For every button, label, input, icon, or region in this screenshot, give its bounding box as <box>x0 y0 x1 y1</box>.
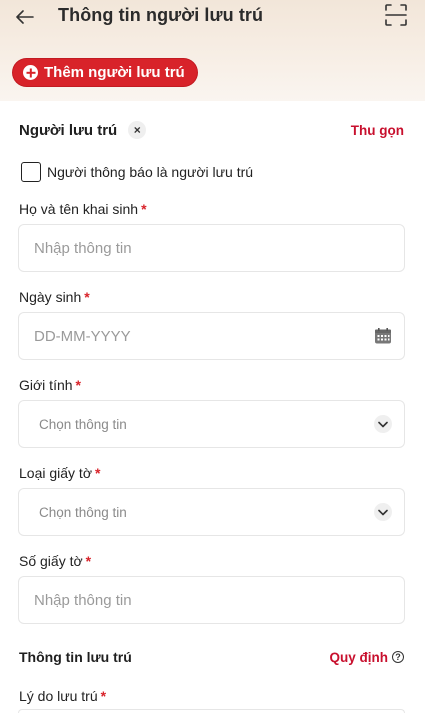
reason-select[interactable] <box>18 709 405 713</box>
doc-number-label-text: Số giấy tờ <box>19 553 83 569</box>
collapse-link[interactable]: Thu gọn <box>351 123 404 138</box>
dob-placeholder: DD-MM-YYYY <box>34 327 131 345</box>
stay-section-header: Thông tin lưu trú Quy định ? <box>19 649 404 665</box>
plus-circle-icon <box>23 65 38 80</box>
calendar-icon <box>375 328 391 344</box>
stay-section-title: Thông tin lưu trú <box>19 649 132 665</box>
full-name-label: Họ và tên khai sinh * <box>19 201 147 217</box>
chevron-down-icon <box>374 415 392 433</box>
reason-label-text: Lý do lưu trú <box>19 688 98 704</box>
back-button[interactable] <box>12 6 38 28</box>
help-icon: ? <box>392 651 404 663</box>
doc-type-select[interactable]: Chọn thông tin <box>18 488 405 536</box>
dob-label-text: Ngày sinh <box>19 289 82 305</box>
doc-number-input[interactable]: Nhập thông tin <box>18 576 405 624</box>
add-resident-button[interactable]: Thêm người lưu trú <box>13 59 197 86</box>
rules-link[interactable]: Quy định ? <box>329 649 404 665</box>
doc-type-label: Loại giấy tờ * <box>19 465 100 481</box>
notifier-is-resident-row[interactable]: Người thông báo là người lưu trú <box>21 162 253 182</box>
full-name-label-text: Họ và tên khai sinh <box>19 201 139 217</box>
add-resident-label: Thêm người lưu trú <box>44 64 185 81</box>
required-mark: * <box>84 289 90 305</box>
remove-resident-icon[interactable]: × <box>128 121 147 139</box>
calendar-button[interactable] <box>374 327 392 345</box>
notifier-is-resident-checkbox[interactable] <box>21 162 41 182</box>
dob-input[interactable]: DD-MM-YYYY <box>18 312 405 360</box>
header: Thông tin người lưu trú Thêm người lưu t… <box>0 0 425 101</box>
arrow-left-icon <box>16 10 34 24</box>
dob-label: Ngày sinh * <box>19 289 90 305</box>
scan-button[interactable] <box>385 4 407 26</box>
required-mark: * <box>95 465 101 481</box>
gender-placeholder: Chọn thông tin <box>39 416 127 432</box>
page-title: Thông tin người lưu trú <box>58 5 264 25</box>
reason-label: Lý do lưu trú * <box>19 688 106 704</box>
doc-number-placeholder: Nhập thông tin <box>34 591 132 609</box>
doc-number-label: Số giấy tờ * <box>19 553 91 569</box>
resident-section-title: Người lưu trú <box>19 121 118 139</box>
resident-section-header: Người lưu trú × Thu gọn <box>19 121 404 139</box>
rules-link-label: Quy định <box>329 649 389 665</box>
full-name-input[interactable]: Nhập thông tin <box>18 224 405 272</box>
required-mark: * <box>100 688 107 704</box>
full-name-placeholder: Nhập thông tin <box>34 239 132 257</box>
gender-label-text: Giới tính <box>19 377 73 393</box>
gender-select[interactable]: Chọn thông tin <box>18 400 405 448</box>
required-mark: * <box>75 377 81 393</box>
chevron-down-icon <box>374 503 392 521</box>
doc-type-placeholder: Chọn thông tin <box>39 504 127 520</box>
gender-label: Giới tính * <box>19 377 81 393</box>
qr-scan-icon <box>385 4 407 26</box>
required-mark: * <box>141 201 147 217</box>
notifier-is-resident-label: Người thông báo là người lưu trú <box>47 164 254 180</box>
required-mark: * <box>85 553 92 569</box>
doc-type-label-text: Loại giấy tờ <box>19 465 93 481</box>
